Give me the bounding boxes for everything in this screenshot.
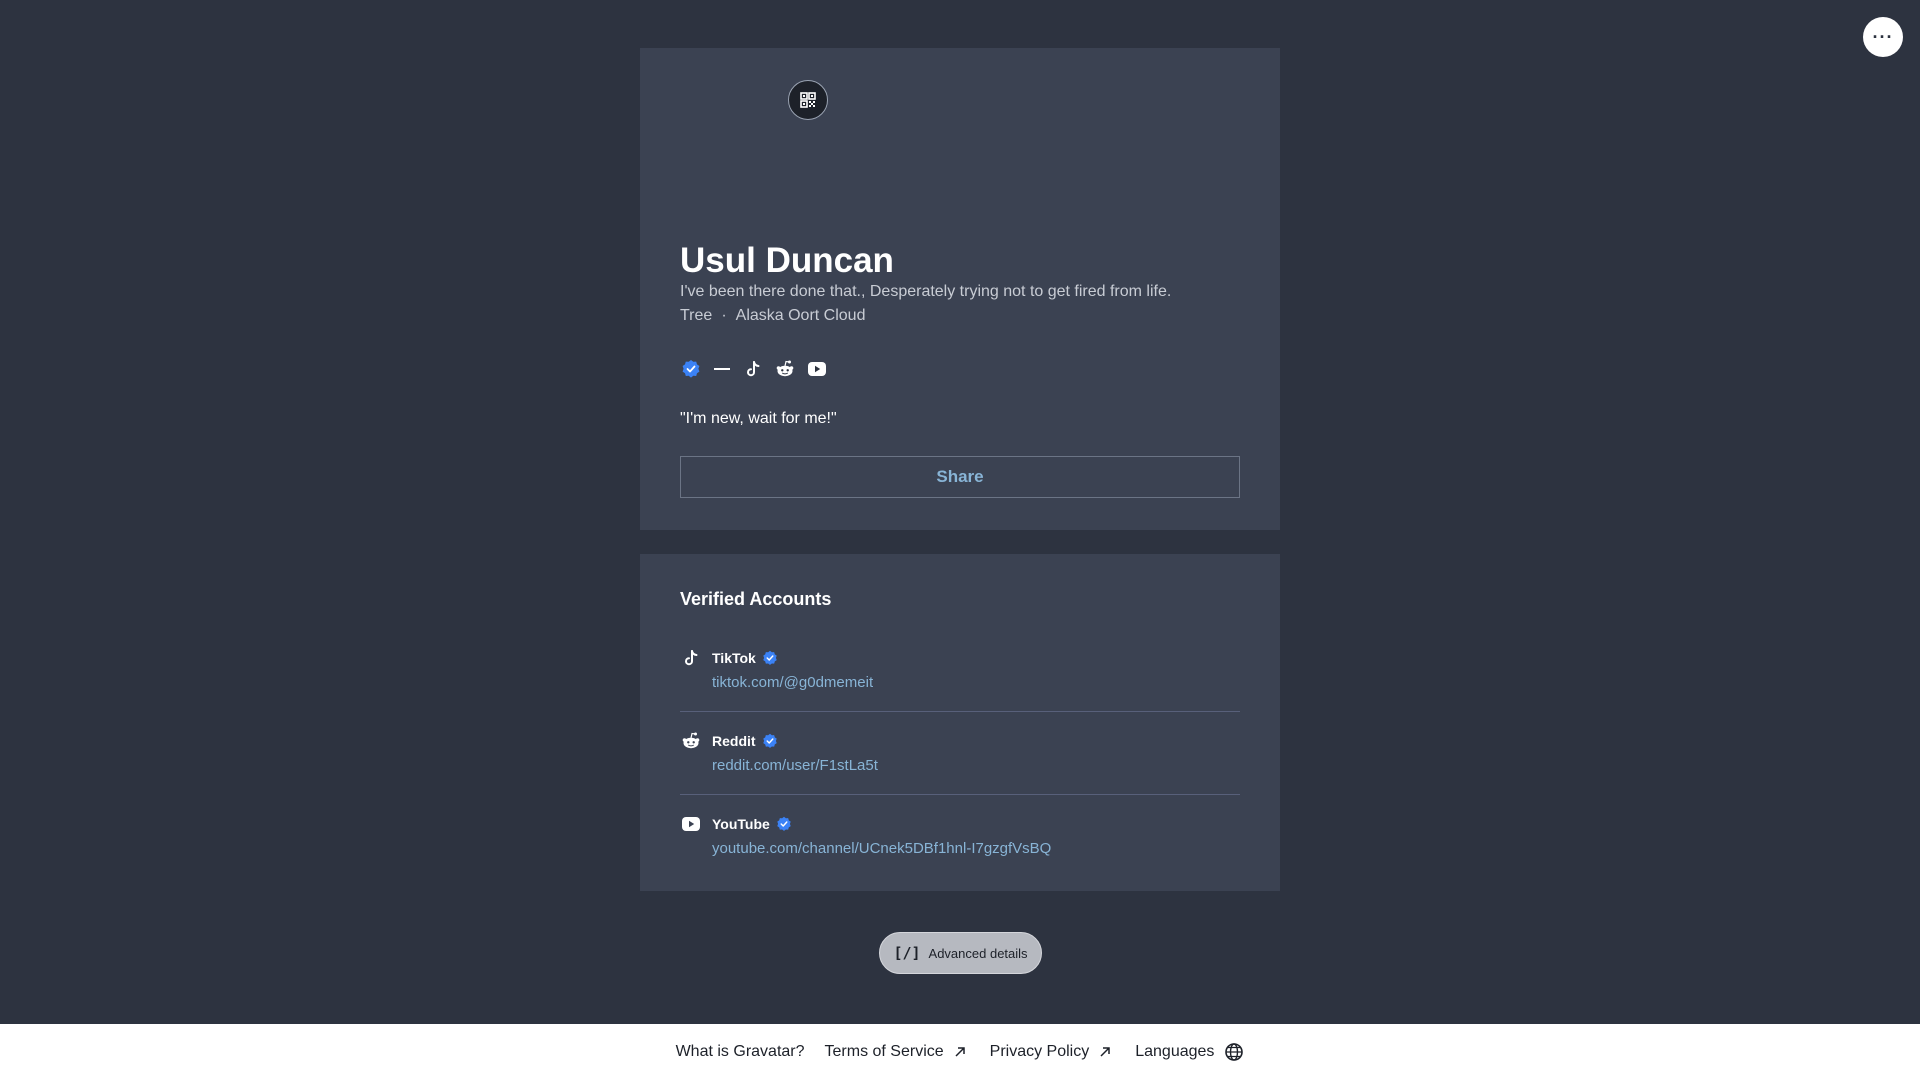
youtube-icon[interactable] — [806, 358, 828, 380]
qr-code-icon — [800, 92, 816, 108]
footer-link-label: Privacy Policy — [989, 1043, 1090, 1060]
footer-link-what-is-gravatar[interactable]: What is Gravatar? — [676, 1043, 805, 1061]
dash-icon — [714, 368, 730, 370]
code-icon: [/] — [893, 944, 921, 962]
advanced-details-label: Advanced details — [928, 945, 1028, 961]
footer-link-label: Languages — [1135, 1043, 1215, 1060]
footer-link-terms[interactable]: Terms of Service — [825, 1043, 966, 1061]
verified-accounts-card: Verified Accounts TikTok tiktok.com/@g0d… — [640, 554, 1280, 891]
account-link[interactable]: tiktok.com/@g0dmemeit — [712, 674, 873, 691]
account-service-label: TikTok — [712, 650, 756, 666]
account-link[interactable]: youtube.com/channel/UCnek5DBf1hnl-I7gzgf… — [712, 840, 1051, 857]
ellipsis-icon: ··· — [1872, 26, 1894, 47]
profile-card: Usul Duncan I've been there done that., … — [640, 48, 1280, 530]
meta-separator: · — [721, 307, 727, 324]
verified-badge-icon[interactable] — [680, 358, 702, 380]
youtube-icon — [680, 813, 702, 835]
reddit-icon[interactable] — [774, 358, 796, 380]
account-service-label: Reddit — [712, 733, 756, 749]
external-link-icon — [955, 1047, 965, 1057]
about-quote: "I'm new, wait for me!" — [680, 410, 837, 427]
account-name: YouTube — [712, 816, 792, 832]
reddit-icon — [680, 730, 702, 752]
share-button[interactable]: Share — [680, 456, 1240, 498]
footer-link-label: Terms of Service — [824, 1043, 944, 1060]
location: Alaska Oort Cloud — [735, 307, 866, 324]
footer-languages[interactable]: Languages — [1135, 1042, 1244, 1062]
account-service-label: YouTube — [712, 816, 770, 832]
account-name: Reddit — [712, 733, 778, 749]
globe-icon — [1225, 1043, 1244, 1061]
section-title: Verified Accounts — [680, 589, 832, 609]
tiktok-icon[interactable] — [742, 358, 764, 380]
profile-meta: Tree · Alaska Oort Cloud — [680, 307, 865, 325]
account-row-youtube: YouTube youtube.com/channel/UCnek5DBf1hn… — [680, 795, 1240, 878]
job-title: Tree — [680, 307, 713, 324]
account-link[interactable]: reddit.com/user/F1stLa5t — [712, 757, 878, 774]
advanced-details-button[interactable]: [/] Advanced details — [879, 932, 1042, 974]
verified-badge-icon — [762, 733, 777, 748]
profile-tagline: I've been there done that., Desperately … — [680, 283, 1172, 300]
gravatar-profile-page: ··· Usul Duncan I've been there done tha… — [0, 0, 1920, 1080]
external-link-icon — [1100, 1047, 1110, 1057]
footer: What is Gravatar? Terms of Service Priva… — [0, 1024, 1920, 1080]
social-icons-row — [680, 358, 828, 380]
tiktok-icon — [680, 647, 702, 669]
footer-link-privacy[interactable]: Privacy Policy — [990, 1043, 1112, 1061]
account-row-tiktok: TikTok tiktok.com/@g0dmemeit — [680, 629, 1240, 712]
verified-badge-icon — [763, 650, 777, 665]
footer-link-label: What is Gravatar? — [675, 1043, 805, 1060]
qr-code-button[interactable] — [788, 80, 828, 120]
account-name: TikTok — [712, 650, 778, 666]
more-options-button[interactable]: ··· — [1863, 17, 1903, 57]
display-name: Usul Duncan — [680, 241, 894, 280]
account-row-reddit: Reddit reddit.com/user/F1stLa5t — [680, 712, 1240, 795]
verified-badge-icon — [777, 816, 791, 831]
